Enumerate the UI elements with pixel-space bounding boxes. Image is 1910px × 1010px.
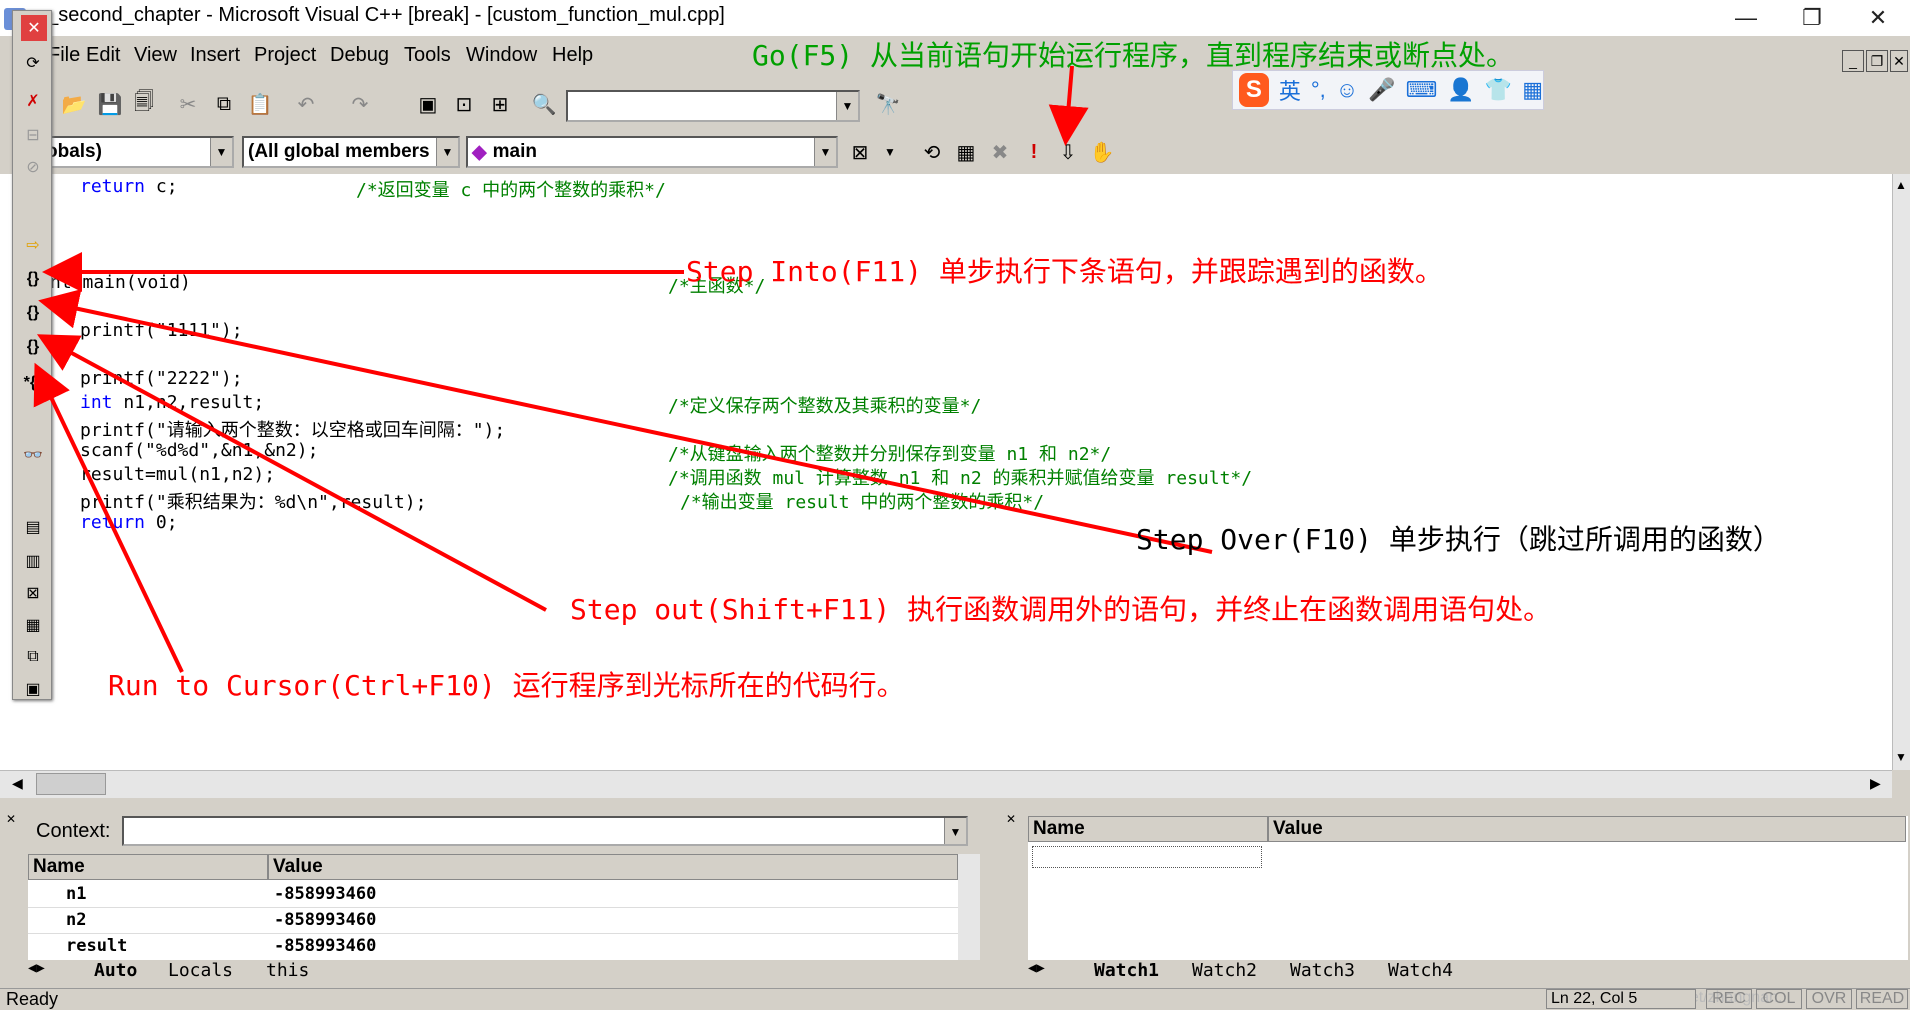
run-to-cursor-arrow [33, 362, 184, 673]
annotation-go: Go(F5) 从当前语句开始运行程序，直到程序结束或断点处。 [752, 39, 1515, 72]
annotation-run-to-cursor: Run to Cursor(Ctrl+F10) 运行程序到光标所在的代码行。 [108, 669, 905, 702]
annotation-step-over: Step Over(F10) 单步执行（跳过所调用的函数） [1136, 523, 1781, 556]
annotation-step-into: Step Into(F11) 单步执行下条语句，并跟踪遇到的函数。 [686, 255, 1443, 288]
step-out-arrow [36, 334, 547, 612]
step-over-arrow [38, 289, 1213, 554]
annotation-arrows [33, 65, 1213, 673]
annotation-step-out: Step out(Shift+F11) 执行函数调用外的语句，并终止在函数调用语… [570, 593, 1552, 626]
go-arrow [1048, 65, 1089, 146]
